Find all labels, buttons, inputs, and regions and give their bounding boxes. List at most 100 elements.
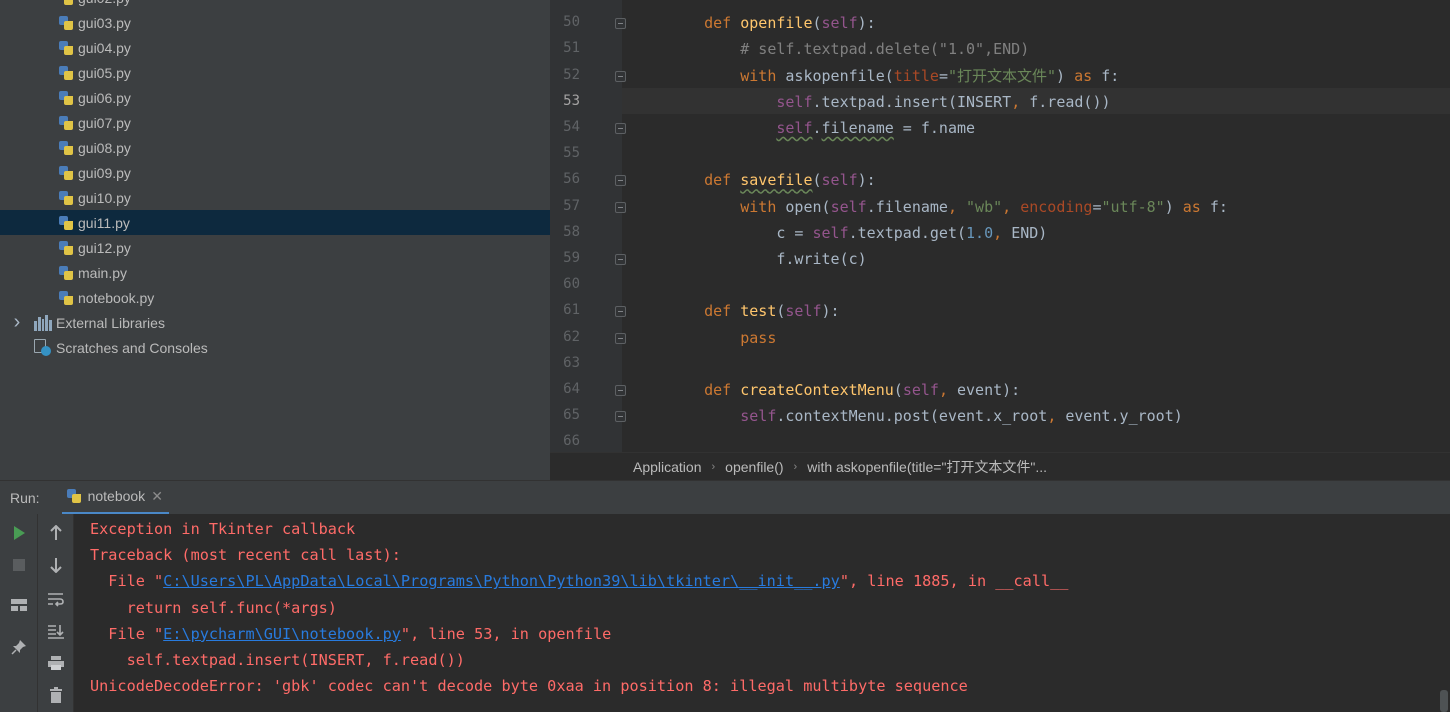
stop-button[interactable] <box>8 554 30 576</box>
clear-all-button[interactable] <box>45 684 67 706</box>
fold-marker-icon[interactable] <box>615 385 626 396</box>
arrow-down-icon <box>50 558 62 573</box>
code-token: "utf-8" <box>1101 197 1165 216</box>
tree-item[interactable]: Scratches and Consoles <box>0 335 550 360</box>
fold-marker-icon[interactable] <box>615 70 626 82</box>
file-link[interactable]: E:\pycharm\GUI\notebook.py <box>163 625 401 643</box>
code-line: self.contextMenu.post(event.x_root, even… <box>668 403 1183 429</box>
tree-item[interactable]: notebook.py <box>0 285 550 310</box>
up-button[interactable] <box>45 522 67 544</box>
editor-gutter: 49 50 51 52 53 54 55 56 57 58 59 60 61 62 63 64 65 66 <box>550 0 622 452</box>
run-console[interactable]: Exception in Tkinter callback Traceback (… <box>74 514 1450 712</box>
file-link[interactable]: C:\Users\PL\AppData\Local\Programs\Pytho… <box>163 572 840 590</box>
console-line: UnicodeDecodeError: 'gbk' codec can't de… <box>90 673 968 699</box>
code-token: "wb" <box>966 197 1003 216</box>
fold-marker-icon[interactable] <box>615 123 626 134</box>
code-token: .contextMenu.post(event.x_root <box>776 407 1048 426</box>
down-button[interactable] <box>45 554 67 576</box>
python-file-icon <box>58 290 74 306</box>
soft-wrap-icon <box>48 593 64 607</box>
breadcrumb-item[interactable]: with askopenfile(title="打开文本文件"... <box>807 457 1047 477</box>
code-token: self <box>785 302 822 321</box>
tree-item[interactable]: gui09.py <box>0 160 550 185</box>
run-button[interactable] <box>8 522 30 544</box>
tab-notebook[interactable]: notebook ✕ <box>61 480 169 515</box>
code-token: , <box>1047 407 1066 426</box>
scroll-to-end-button[interactable] <box>45 620 67 642</box>
code-line: self.textpad.insert(INSERT, f.read()) <box>668 89 1111 115</box>
chevron-right-icon: › <box>711 460 716 473</box>
chevron-right-icon: › <box>793 460 798 473</box>
line-number: 66 <box>563 433 580 450</box>
tree-item[interactable]: gui05.py <box>0 60 550 85</box>
close-icon[interactable]: ✕ <box>151 488 163 505</box>
tree-item[interactable]: gui06.py <box>0 85 550 110</box>
breadcrumb: Application › openfile() › with askopenfile(… <box>550 452 1450 480</box>
code-token: savefile <box>740 171 813 190</box>
fold-marker-icon[interactable] <box>615 175 626 187</box>
code-line: c = self.textpad.get(1.0, END) <box>668 220 1047 246</box>
run-toolbar-secondary <box>38 514 74 712</box>
code-token: self <box>776 119 813 137</box>
code-token: f.read()) <box>1029 92 1111 111</box>
python-file-icon <box>58 0 74 6</box>
tree-item-label: gui11.py <box>78 214 130 231</box>
breadcrumb-item[interactable]: Application <box>633 459 702 475</box>
code-token: ) <box>1164 197 1183 216</box>
console-scrollbar[interactable] <box>1440 690 1448 712</box>
soft-wrap-button[interactable] <box>45 588 67 610</box>
code-token: 1.0 <box>966 223 994 242</box>
run-toolbar-primary <box>0 514 38 712</box>
tree-item[interactable]: gui03.py <box>0 10 550 35</box>
fold-marker-icon[interactable] <box>615 306 626 318</box>
pin-tab-button[interactable] <box>8 636 30 658</box>
tree-item[interactable]: gui12.py <box>0 235 550 260</box>
fold-marker-icon[interactable] <box>615 18 626 30</box>
code-area[interactable]: def openfile(self): # self.textpad.delet… <box>668 0 1450 452</box>
layout-button[interactable] <box>8 594 30 616</box>
fold-marker-icon[interactable] <box>615 201 626 213</box>
line-number: 63 <box>563 354 580 371</box>
tree-item[interactable]: gui07.py <box>0 110 550 135</box>
fold-marker-icon[interactable] <box>615 254 626 265</box>
tree-item[interactable]: main.py <box>0 260 550 285</box>
python-file-icon <box>58 165 74 181</box>
code-token: ( <box>812 171 822 190</box>
code-token: with <box>668 197 786 216</box>
tree-item-label: gui05.py <box>78 64 131 81</box>
printer-icon <box>48 656 64 670</box>
tree-item[interactable]: gui04.py <box>0 35 550 60</box>
tree-item[interactable]: › External Libraries <box>0 310 550 335</box>
arrow-up-icon <box>50 525 62 540</box>
print-button[interactable] <box>45 652 67 674</box>
tree-item[interactable]: gui08.py <box>0 135 550 160</box>
library-icon <box>34 314 52 331</box>
tree-item-label: main.py <box>78 264 128 281</box>
code-editor[interactable]: 49 50 51 52 53 54 55 56 57 58 59 60 61 62 63 64 65 66 def… <box>550 0 1450 452</box>
python-file-icon <box>58 90 74 106</box>
line-number: 57 <box>563 197 580 214</box>
code-token: filename <box>821 119 894 137</box>
breadcrumb-item[interactable]: openfile() <box>725 459 783 475</box>
scroll-to-end-icon <box>48 625 64 639</box>
line-number: 58 <box>563 223 580 240</box>
tree-item[interactable]: gui02.py <box>0 0 550 10</box>
tree-item[interactable]: gui11.py <box>0 210 550 235</box>
code-token: , <box>938 381 957 399</box>
code-token: .textpad.insert(INSERT <box>812 92 1012 111</box>
code-line: with askopenfile(title="打开文本文件") as f: <box>668 63 1119 89</box>
code-token: self <box>812 223 849 242</box>
fold-marker-icon[interactable] <box>615 411 626 423</box>
code-token: , <box>1011 92 1030 111</box>
tree-item[interactable]: gui10.py <box>0 185 550 210</box>
fold-marker-icon[interactable] <box>615 332 626 344</box>
play-icon <box>14 526 25 540</box>
python-file-icon <box>58 15 74 31</box>
code-token: askopenfile( <box>785 66 894 85</box>
chevron-right-icon[interactable]: › <box>10 311 24 333</box>
code-token: . <box>812 119 822 137</box>
python-file-icon <box>58 240 74 256</box>
